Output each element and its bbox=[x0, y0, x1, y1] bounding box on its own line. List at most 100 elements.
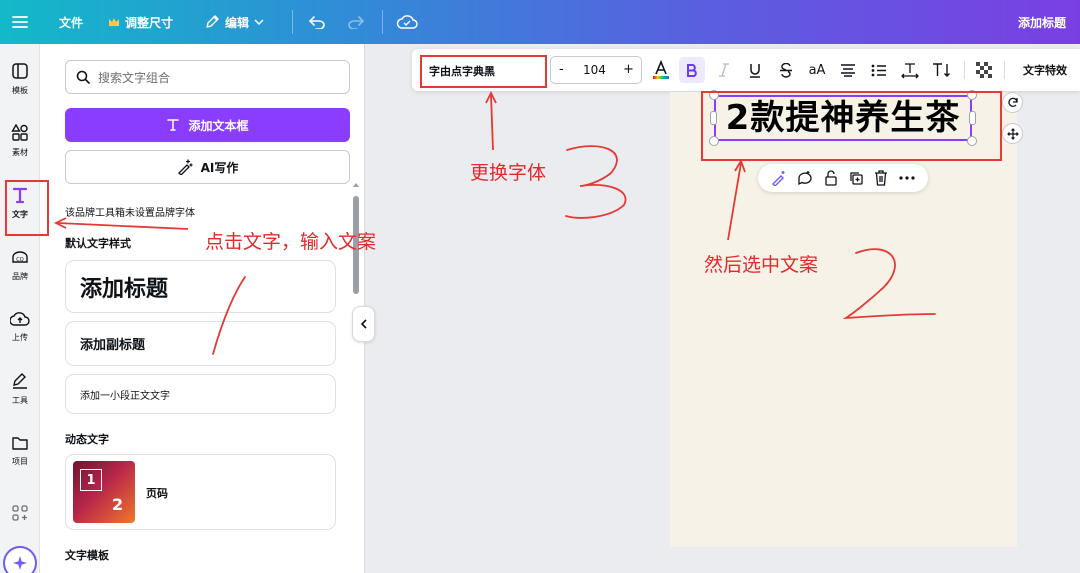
text-color-icon bbox=[653, 60, 669, 79]
add-subheading-label: 添加副标题 bbox=[80, 338, 146, 353]
annotation-number-three bbox=[565, 145, 627, 219]
brand-icon: CO bbox=[12, 251, 28, 263]
rail-item-projects[interactable]: 项目 bbox=[0, 426, 40, 476]
font-size-value[interactable]: 104 bbox=[583, 63, 606, 77]
rail-item-elements[interactable]: 素材 bbox=[0, 116, 40, 166]
transparency-icon bbox=[976, 62, 992, 78]
text-icon bbox=[167, 119, 180, 131]
add-title-button[interactable]: 添加标题 bbox=[1018, 0, 1066, 44]
page-number-card[interactable]: 1 2 页码 bbox=[65, 454, 336, 530]
bullet-list-icon bbox=[871, 64, 886, 76]
menu-button[interactable] bbox=[12, 0, 28, 44]
toolbar-divider bbox=[382, 10, 383, 34]
default-styles-heading: 默认文字样式 bbox=[65, 237, 131, 250]
rail-item-upload[interactable]: 上传 bbox=[0, 302, 40, 352]
move-button[interactable] bbox=[1002, 123, 1023, 144]
search-placeholder: 搜索文字组合 bbox=[98, 70, 171, 85]
scroll-up-arrow-icon bbox=[353, 183, 359, 187]
comment-icon[interactable] bbox=[797, 170, 813, 186]
bold-button[interactable] bbox=[679, 57, 705, 83]
move-icon bbox=[1006, 127, 1019, 140]
apps-icon bbox=[12, 505, 28, 521]
font-size-decrease-button[interactable]: - bbox=[559, 62, 564, 77]
annotation-arrowhead bbox=[485, 90, 497, 104]
template-icon bbox=[12, 63, 28, 79]
magic-pen-icon bbox=[177, 159, 193, 175]
undo-button[interactable] bbox=[308, 0, 326, 44]
svg-text:CO: CO bbox=[16, 257, 23, 263]
toolbar-divider bbox=[1004, 61, 1005, 79]
strikethrough-button[interactable] bbox=[774, 49, 798, 91]
text-color-button[interactable] bbox=[649, 49, 673, 91]
underline-icon bbox=[750, 63, 760, 78]
add-body-label: 添加一小段正文文字 bbox=[80, 390, 170, 402]
crown-icon bbox=[109, 18, 119, 26]
text-panel: 搜索文字组合 添加文本框 AI写作 该品牌工具箱未设置品牌字体 默认文字样式 添… bbox=[40, 44, 365, 573]
add-subheading-card[interactable]: 添加副标题 bbox=[65, 321, 336, 366]
underline-button[interactable] bbox=[743, 49, 767, 91]
rotate-icon bbox=[1007, 97, 1018, 107]
text-direction-button[interactable] bbox=[929, 49, 953, 91]
trash-icon[interactable] bbox=[874, 170, 888, 186]
lock-icon[interactable] bbox=[824, 170, 838, 186]
upload-icon bbox=[10, 312, 30, 326]
annotation-box-font bbox=[420, 55, 547, 88]
rail-item-templates[interactable]: 模板 bbox=[0, 54, 40, 104]
edit-menu[interactable]: 编辑 bbox=[204, 0, 264, 44]
top-bar: 文件 调整尺寸 编辑 添加标题 bbox=[0, 0, 1080, 44]
add-body-card[interactable]: 添加一小段正文文字 bbox=[65, 374, 336, 414]
transparency-button[interactable] bbox=[972, 49, 996, 91]
element-context-toolbar bbox=[758, 164, 928, 192]
rail-label: 项目 bbox=[12, 457, 28, 466]
ai-write-button[interactable]: AI写作 bbox=[65, 150, 350, 184]
file-menu[interactable]: 文件 bbox=[59, 0, 83, 44]
spacing-button[interactable] bbox=[898, 49, 922, 91]
more-options-icon[interactable] bbox=[899, 176, 915, 180]
resize-label: 调整尺寸 bbox=[125, 15, 174, 30]
resize-button[interactable]: 调整尺寸 bbox=[108, 0, 173, 44]
text-templates-heading: 文字模板 bbox=[65, 549, 109, 562]
add-textbox-button[interactable]: 添加文本框 bbox=[65, 108, 350, 142]
collapse-panel-button[interactable] bbox=[352, 306, 375, 342]
rotate-button[interactable] bbox=[1002, 92, 1023, 113]
projects-icon bbox=[12, 437, 28, 450]
annotation-arrow-to-font bbox=[490, 94, 494, 151]
add-heading-label: 添加标题 bbox=[80, 276, 169, 302]
align-button[interactable] bbox=[836, 49, 860, 91]
rail-item-tools[interactable]: 工具 bbox=[0, 364, 40, 414]
ai-write-label: AI写作 bbox=[200, 160, 239, 175]
annotation-click-text: 点击文字，输入文案 bbox=[205, 231, 377, 253]
letter-spacing-icon bbox=[901, 62, 919, 78]
list-button[interactable] bbox=[867, 49, 891, 91]
edit-label: 编辑 bbox=[225, 15, 250, 30]
rail-label: 模板 bbox=[12, 86, 28, 95]
undo-icon bbox=[308, 16, 325, 29]
letter-case-button[interactable]: aA bbox=[805, 49, 829, 91]
chevron-down-icon bbox=[254, 19, 264, 26]
page-number-thumbnail: 1 2 bbox=[73, 461, 135, 523]
annotation-box-headline bbox=[701, 91, 1002, 161]
elements-icon bbox=[11, 124, 28, 141]
text-effects-button[interactable]: 文字特效 bbox=[1014, 49, 1076, 91]
strikethrough-icon bbox=[780, 62, 792, 78]
toolbar-divider bbox=[292, 10, 293, 34]
magic-edit-icon[interactable] bbox=[771, 170, 787, 186]
annotation-box-text-rail bbox=[5, 180, 49, 236]
magic-button[interactable] bbox=[3, 546, 37, 573]
rail-item-brand[interactable]: CO 品牌 bbox=[0, 240, 40, 290]
text-effects-label: 文字特效 bbox=[1023, 64, 1067, 77]
cloud-save-status[interactable] bbox=[396, 0, 418, 44]
add-heading-card[interactable]: 添加标题 bbox=[65, 260, 336, 313]
rail-label: 素材 bbox=[12, 148, 28, 157]
add-title-label: 添加标题 bbox=[1018, 15, 1067, 30]
font-size-increase-button[interactable]: + bbox=[623, 62, 634, 77]
search-icon bbox=[76, 70, 90, 84]
duplicate-icon[interactable] bbox=[848, 170, 864, 186]
italic-button[interactable] bbox=[712, 49, 736, 91]
tools-icon bbox=[13, 373, 27, 389]
italic-icon bbox=[719, 63, 729, 77]
search-input[interactable]: 搜索文字组合 bbox=[65, 60, 350, 94]
rail-item-apps[interactable] bbox=[0, 488, 40, 538]
redo-button[interactable] bbox=[347, 0, 365, 44]
annotation-change-font: 更换字体 bbox=[470, 162, 547, 184]
